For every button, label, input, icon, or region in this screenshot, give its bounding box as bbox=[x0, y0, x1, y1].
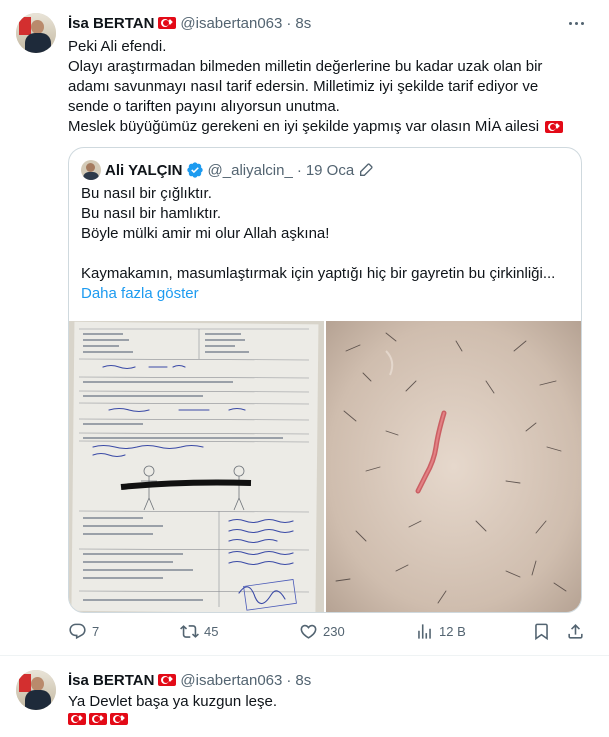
quoted-author-name[interactable]: Ali YALÇIN bbox=[105, 162, 183, 179]
retweet-button[interactable]: 45 bbox=[180, 619, 218, 643]
injury-photo-image[interactable] bbox=[326, 321, 581, 612]
like-count: 230 bbox=[323, 623, 345, 639]
author-avatar[interactable] bbox=[16, 670, 56, 710]
separator: · bbox=[286, 14, 292, 32]
tweet-text-line: Olayı araştırmadan bilmeden milletin değ… bbox=[68, 58, 543, 75]
turkey-flag-icon bbox=[545, 121, 564, 134]
tweet-actions: 7 45 230 12 B bbox=[68, 619, 588, 643]
quoted-text-line bbox=[81, 244, 571, 264]
tweet-text-line: Meslek büyüğümüz gerekeni en iyi şekilde… bbox=[68, 117, 598, 137]
views-button[interactable]: 12 B bbox=[415, 619, 466, 643]
tweet-text-line: Peki Ali efendi. bbox=[68, 38, 167, 55]
turkey-flag-icon bbox=[89, 713, 107, 725]
flag-emoji-row bbox=[68, 713, 131, 727]
author-name[interactable]: İsa BERTAN bbox=[68, 15, 154, 32]
tweet-text: Peki Ali efendi. Olayı araştırmadan bilm… bbox=[68, 37, 598, 137]
turkey-flag-icon bbox=[110, 713, 128, 725]
quoted-media[interactable] bbox=[69, 321, 581, 612]
tweet-text-line: adamı savunmayı nasıl tarif edersin. Mil… bbox=[68, 78, 539, 95]
author-handle[interactable]: @isabertan063 bbox=[180, 15, 282, 32]
turkey-flag-icon bbox=[158, 674, 177, 686]
tweet-time[interactable]: 8s bbox=[295, 672, 311, 689]
tweet-text-line: sende o tariften payını alıyorsun unutma… bbox=[68, 98, 340, 115]
quoted-author-handle[interactable]: @_aliyalcin_ bbox=[208, 162, 293, 179]
share-button[interactable] bbox=[566, 619, 585, 643]
heart-icon bbox=[300, 624, 317, 639]
tweet[interactable]: İsa BERTAN @isabertan063 · 8s Peki Ali e… bbox=[0, 0, 609, 656]
show-more-link[interactable]: Daha fazla göster bbox=[81, 284, 571, 304]
author-handle[interactable]: @isabertan063 bbox=[180, 672, 282, 689]
quoted-tweet-header: Ali YALÇIN @_aliyalcin_ · 19 Oca bbox=[81, 160, 374, 180]
separator: · bbox=[286, 671, 292, 689]
tweet-text-line: Ya Devlet başa ya kuzgun leşe. bbox=[68, 693, 278, 710]
like-button[interactable]: 230 bbox=[299, 619, 345, 643]
retweet-icon bbox=[180, 624, 199, 638]
edited-icon bbox=[360, 163, 373, 176]
tweet-text: Ya Devlet başa ya kuzgun leşe. bbox=[68, 692, 598, 712]
tweet-time[interactable]: 8s bbox=[295, 15, 311, 32]
bookmark-button[interactable] bbox=[532, 619, 551, 643]
quoted-text-line: Bu nasıl bir hamlıktır. bbox=[81, 205, 222, 222]
tweet[interactable]: İsa BERTAN @isabertan063 · 8s Ya Devlet … bbox=[0, 657, 609, 737]
quoted-text-line: Böyle mülki amir mi olur Allah aşkına! bbox=[81, 225, 330, 242]
turkey-flag-icon bbox=[68, 713, 86, 725]
verified-badge-icon bbox=[186, 162, 203, 178]
quoted-text-line: Bu nasıl bir çığlıktır. bbox=[81, 185, 212, 202]
tweet-text-line-content: Meslek büyüğümüz gerekeni en iyi şekilde… bbox=[68, 118, 540, 135]
turkey-flag-icon bbox=[158, 17, 177, 29]
reply-count: 7 bbox=[92, 623, 100, 639]
quoted-tweet-date[interactable]: 19 Oca bbox=[306, 162, 354, 179]
bookmark-icon bbox=[535, 623, 548, 640]
tweet-header: İsa BERTAN @isabertan063 · 8s bbox=[68, 13, 311, 33]
author-name[interactable]: İsa BERTAN bbox=[68, 672, 154, 689]
quoted-tweet-text: Bu nasıl bir çığlıktır. Bu nasıl bir ham… bbox=[81, 184, 571, 304]
more-icon[interactable] bbox=[565, 12, 587, 34]
tweet-header: İsa BERTAN @isabertan063 · 8s bbox=[68, 670, 311, 690]
quoted-text-line: Kaymakamın, masumlaştırmak için yaptığı … bbox=[81, 265, 556, 282]
quoted-author-avatar[interactable] bbox=[81, 160, 101, 180]
reply-button[interactable]: 7 bbox=[68, 619, 99, 643]
medical-report-image[interactable] bbox=[69, 321, 324, 612]
share-icon bbox=[568, 623, 583, 639]
views-count: 12 B bbox=[439, 623, 466, 639]
reply-icon bbox=[69, 623, 86, 639]
separator: · bbox=[296, 161, 302, 179]
author-avatar[interactable] bbox=[16, 13, 56, 53]
quoted-tweet[interactable]: Ali YALÇIN @_aliyalcin_ · 19 Oca Bu nası… bbox=[68, 147, 582, 613]
retweet-count: 45 bbox=[204, 623, 219, 639]
views-icon bbox=[418, 623, 431, 639]
